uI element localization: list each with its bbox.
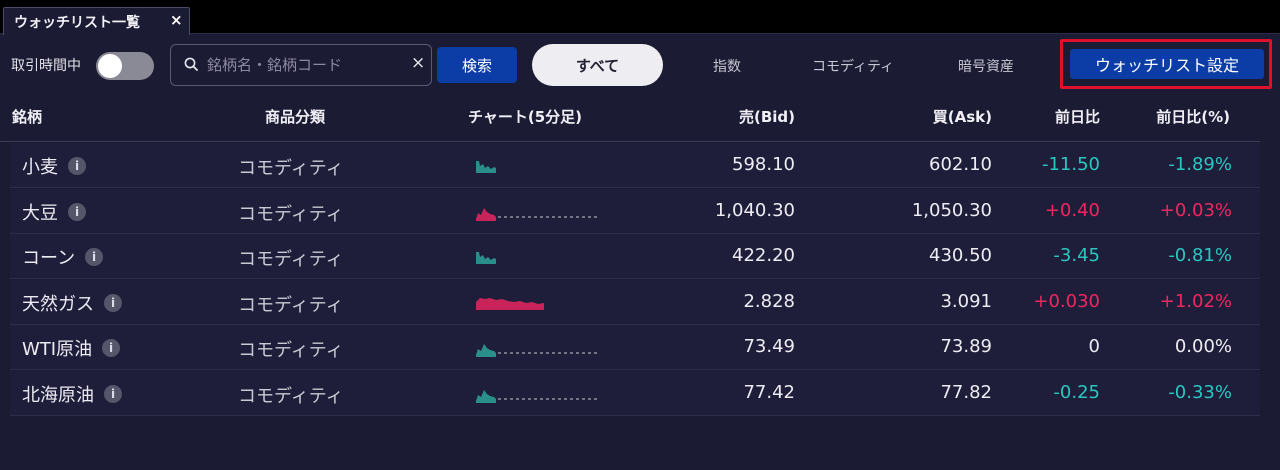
bid-price: 77.42 (743, 381, 795, 403)
header-name[interactable]: 銘柄 (12, 106, 42, 127)
ask-price: 430.50 (929, 245, 992, 266)
change-value: +0.40 (1044, 199, 1100, 221)
info-icon[interactable]: i (85, 248, 104, 266)
table-header: 銘柄 商品分類 チャート(5分足) 売(Bid) 買(Ask) 前日比 前日比(… (0, 92, 1260, 142)
search-input[interactable] (207, 53, 403, 77)
sparkline-chart (476, 297, 544, 310)
instrument-category: コモディティ (238, 203, 344, 225)
toggle-knob (98, 54, 122, 78)
tab-title: ウォッチリスト一覧 (14, 15, 140, 31)
ask-price: 602.10 (929, 154, 992, 175)
instrument-name[interactable]: コーン (22, 244, 75, 270)
clear-icon[interactable]: × (411, 53, 425, 73)
row-name-group: 大豆 i (22, 199, 86, 225)
instrument-name[interactable]: 北海原油 (22, 381, 94, 407)
table-row[interactable]: WTI原油 i コモディティ 73.49 73.89 0 0.00% (10, 325, 1260, 370)
change-value: -3.45 (1053, 245, 1100, 266)
info-icon[interactable]: i (104, 384, 122, 403)
sparkline-chart (476, 207, 598, 221)
search-box[interactable]: × (170, 44, 432, 86)
header-category[interactable]: 商品分類 (265, 106, 325, 127)
tab-strip: ウォッチリスト一覧 × (0, 0, 1280, 35)
sparkline-chart (476, 252, 496, 264)
change-value: +0.030 (1033, 290, 1100, 312)
ask-price: 3.091 (940, 290, 992, 312)
change-value: -11.50 (1041, 154, 1100, 175)
instrument-category: コモディティ (238, 385, 344, 407)
row-name-group: コーン i (22, 244, 104, 270)
instrument-category: コモディティ (238, 294, 344, 316)
bid-price: 422.20 (732, 245, 795, 266)
ask-price: 77.82 (940, 381, 992, 403)
change-percent: 0.00% (1174, 336, 1232, 357)
sparkline-chart (476, 389, 598, 403)
filter-crypto-tab[interactable]: 暗号資産 (958, 56, 1014, 76)
change-value: -0.25 (1053, 381, 1100, 403)
bid-price: 73.49 (743, 336, 795, 357)
header-chart: チャート(5分足) (468, 108, 582, 126)
row-name-group: WTI原油 i (22, 335, 121, 361)
instrument-name[interactable]: 小麦 (22, 153, 58, 179)
row-name-group: 小麦 i (22, 153, 86, 179)
table-row[interactable]: コーン i コモディティ 422.20 430.50 -3.45 -0.81% (10, 234, 1260, 279)
watchlist-settings-button[interactable]: ウォッチリスト設定 (1070, 49, 1264, 79)
search-button[interactable]: 検索 (437, 47, 517, 83)
bid-price: 598.10 (732, 154, 795, 175)
ask-price: 73.89 (940, 336, 992, 357)
toolbar: 取引時間中 × 検索 すべて 指数 コモディティ 暗号資産 ウォッチリスト設定 (0, 35, 1280, 91)
bid-price: 1,040.30 (714, 199, 795, 221)
info-icon[interactable]: i (102, 339, 121, 357)
instrument-category: コモディティ (238, 158, 344, 179)
instrument-name[interactable]: 天然ガス (22, 290, 94, 316)
settings-highlight-box: ウォッチリスト設定 (1060, 39, 1272, 89)
instrument-name[interactable]: WTI原油 (22, 335, 92, 361)
info-icon[interactable]: i (68, 157, 86, 175)
change-percent: +1.02% (1159, 290, 1232, 312)
ask-price: 1,050.30 (911, 199, 992, 221)
row-name-group: 北海原油 i (22, 381, 122, 407)
sparkline-chart (476, 161, 496, 173)
change-percent: -1.89% (1168, 154, 1232, 175)
sparkline-chart (476, 344, 598, 357)
header-ask[interactable]: 買(Ask) (933, 106, 992, 127)
change-value: 0 (1088, 336, 1100, 357)
change-percent: +0.03% (1159, 199, 1232, 221)
header-change[interactable]: 前日比 (1055, 106, 1100, 127)
tab-watchlist[interactable]: ウォッチリスト一覧 × (3, 7, 190, 35)
bid-price: 2.828 (743, 290, 795, 312)
filter-commodity-tab[interactable]: コモディティ (812, 56, 894, 76)
close-icon[interactable]: × (170, 11, 183, 29)
table-row[interactable]: 北海原油 i コモディティ 77.42 77.82 -0.25 -0.33% (10, 370, 1260, 416)
header-change-pct[interactable]: 前日比(%) (1156, 106, 1230, 127)
table-row[interactable]: 大豆 i コモディティ 1,040.30 1,050.30 +0.40 +0.03% (10, 188, 1260, 234)
table-row[interactable]: 小麦 i コモディティ 598.10 602.10 -11.50 -1.89% (10, 143, 1260, 188)
table-row[interactable]: 天然ガス i コモディティ 2.828 3.091 +0.030 +1.02% (10, 279, 1260, 325)
instrument-category: コモディティ (238, 249, 344, 270)
info-icon[interactable]: i (104, 293, 122, 312)
instrument-category: コモディティ (238, 340, 344, 361)
change-percent: -0.81% (1168, 245, 1232, 266)
row-name-group: 天然ガス i (22, 290, 122, 316)
header-bid[interactable]: 売(Bid) (739, 106, 795, 127)
instrument-name[interactable]: 大豆 (22, 199, 58, 225)
search-icon (184, 57, 198, 71)
filter-index-tab[interactable]: 指数 (713, 56, 741, 76)
filter-all-button[interactable]: すべて (532, 44, 663, 86)
market-hours-label: 取引時間中 (11, 58, 81, 74)
market-hours-toggle[interactable] (96, 52, 154, 80)
info-icon[interactable]: i (68, 202, 86, 221)
change-percent: -0.33% (1168, 381, 1232, 403)
